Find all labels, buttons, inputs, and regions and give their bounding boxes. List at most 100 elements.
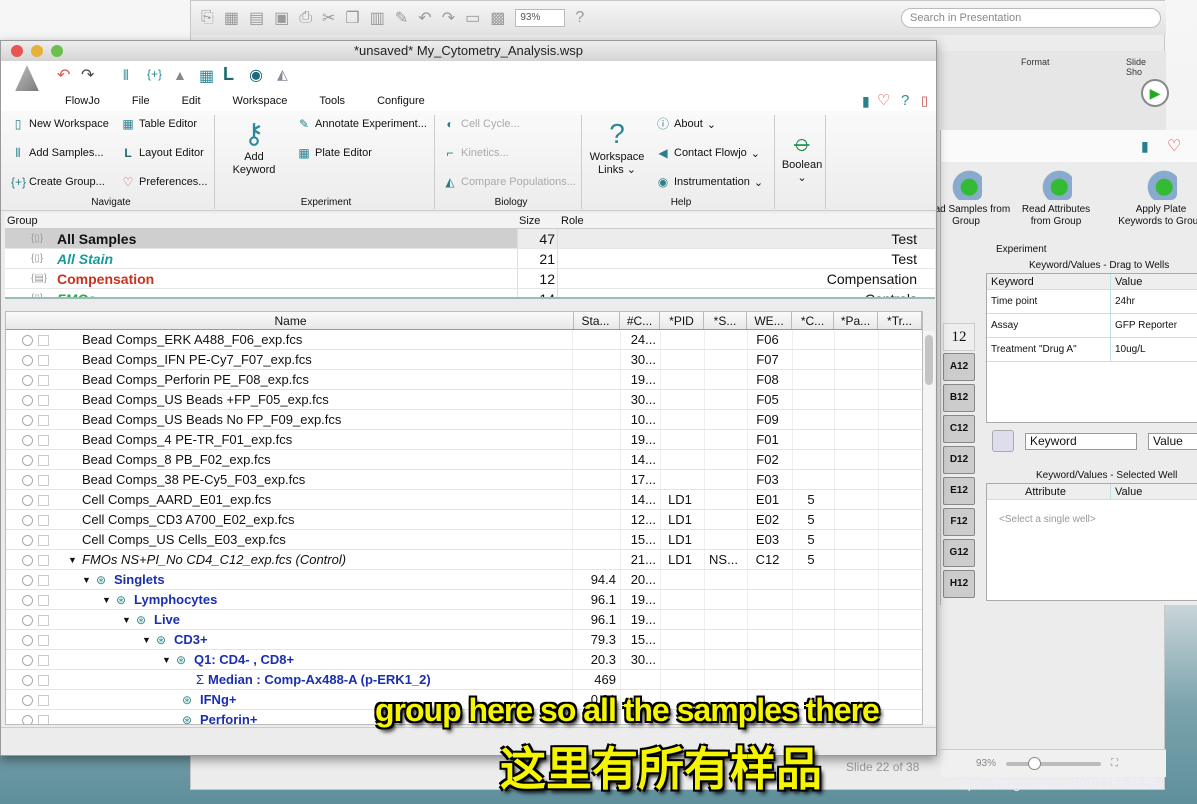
column-header-2[interactable]: #C... [620, 312, 660, 329]
select-checkbox[interactable] [38, 575, 49, 586]
well-button[interactable]: E12 [943, 477, 975, 505]
undo-icon[interactable]: ↶ [418, 8, 431, 28]
cytometer-icon[interactable]: ◉ [249, 65, 263, 85]
sample-row[interactable]: Cell Comps_CD3 A700_E02_exp.fcs 12... LD1 E… [6, 510, 922, 530]
paste-icon[interactable]: ▥ [370, 8, 385, 28]
expand-triangle-icon[interactable]: ▼ [122, 610, 131, 629]
workspace-links-button[interactable]: ? Workspace Links ⌄ [587, 117, 647, 177]
sample-row[interactable]: ▼ FMOs NS+PI_No CD4_C12_exp.fcs (Control)… [6, 550, 922, 570]
select-radio[interactable] [22, 715, 33, 724]
select-checkbox[interactable] [38, 615, 49, 626]
kv-header-value[interactable]: Value [1111, 276, 1142, 288]
value-input[interactable]: Value [1148, 433, 1197, 450]
statistic-row[interactable]: Σ Median : Comp-Ax488-A (p-ERK1_2) 469 [6, 670, 922, 690]
bookmark-icon[interactable]: ▮ [1141, 138, 1149, 155]
select-radio[interactable] [22, 435, 33, 446]
new-workspace-button[interactable]: ▯ New Workspace [11, 117, 109, 131]
sample-row[interactable]: Bead Comps_IFN PE-Cy7_F07_exp.fcs 30... F0… [6, 350, 922, 370]
zoom-icon[interactable] [51, 45, 63, 57]
select-checkbox[interactable] [38, 695, 49, 706]
ppt-zoom-select[interactable]: 93% [515, 9, 566, 27]
sample-row[interactable]: Bead Comps_US Beads +FP_F05_exp.fcs 30...… [6, 390, 922, 410]
selected-well-table[interactable]: Attribute Value <Select a single well> [986, 483, 1197, 601]
well-button[interactable]: G12 [943, 539, 975, 567]
menu-flowjo[interactable]: FlowJo [49, 91, 116, 111]
expand-triangle-icon[interactable]: ▼ [102, 590, 111, 609]
group-row[interactable]: {▯} All Stain 21 Test [5, 249, 935, 269]
column-header-3[interactable]: *PID [660, 312, 704, 329]
gate-row[interactable]: ▼ ⊛ Singlets 94.4 20... [6, 570, 922, 590]
well-button[interactable]: D12 [943, 446, 975, 474]
sample-row[interactable]: Cell Comps_US Cells_E03_exp.fcs 15... LD1 E… [6, 530, 922, 550]
menu-configure[interactable]: Configure [361, 91, 441, 111]
gate-row[interactable]: ▼ ⊛ Lymphocytes 96.1 19... [6, 590, 922, 610]
select-radio[interactable] [22, 635, 33, 646]
menu-workspace[interactable]: Workspace [217, 91, 304, 111]
create-group-button[interactable]: {+} Create Group... [11, 175, 105, 189]
plate-column-header[interactable]: 12 [943, 323, 975, 351]
group-row[interactable]: {▯} FMOs 14 Controls [5, 289, 935, 297]
sample-row[interactable]: Bead Comps_ERK A488_F06_exp.fcs 24... F06 [6, 330, 922, 350]
document-icon[interactable]: ▯ [905, 91, 944, 111]
select-radio[interactable] [22, 555, 33, 566]
expand-triangle-icon[interactable]: ▼ [142, 630, 151, 649]
ppt-ribbon-slideshow[interactable]: Slide Sho [1126, 57, 1164, 77]
kv-header-keyword[interactable]: Keyword [987, 274, 1111, 289]
expand-triangle-icon[interactable]: ▼ [162, 650, 171, 669]
column-header-8[interactable]: *Tr... [878, 312, 922, 329]
ppt-search-input[interactable]: Search in Presentation [901, 8, 1161, 28]
compare-icon[interactable]: ◭ [277, 66, 288, 83]
sample-row[interactable]: Cell Comps_AARD_E01_exp.fcs 14... LD1 E01 5 [6, 490, 922, 510]
select-radio[interactable] [22, 335, 33, 346]
add-keyword-icon[interactable] [992, 430, 1014, 452]
instrumentation-button[interactable]: ◉ Instrumentation ⌄ [656, 175, 763, 189]
brush-icon[interactable]: ✎ [395, 8, 408, 28]
layout-icon[interactable]: L [223, 64, 234, 85]
select-radio[interactable] [22, 415, 33, 426]
plate-editor-button[interactable]: ▦ Plate Editor [297, 146, 372, 160]
gate-icon[interactable]: ▲ [173, 67, 187, 83]
table-editor-button[interactable]: ▦ Table Editor [121, 117, 197, 131]
expand-triangle-icon[interactable]: ▼ [68, 550, 77, 569]
annotate-experiment-button[interactable]: ✎ Annotate Experiment... [297, 117, 427, 131]
sel-header-attribute[interactable]: Attribute [987, 484, 1111, 499]
column-header-4[interactable]: *S... [704, 312, 747, 329]
zoom-slider[interactable] [1006, 756, 1102, 770]
select-checkbox[interactable] [38, 715, 49, 724]
select-checkbox[interactable] [38, 495, 49, 506]
menu-edit[interactable]: Edit [166, 91, 217, 111]
select-checkbox[interactable] [38, 535, 49, 546]
select-checkbox[interactable] [38, 395, 49, 406]
add-samples-icon[interactable]: ⫴ [123, 67, 129, 84]
menu-tools[interactable]: Tools [303, 91, 361, 111]
play-icon[interactable]: ▶ [1141, 79, 1169, 107]
select-checkbox[interactable] [38, 335, 49, 346]
groups-table[interactable]: Group Size Role {▯} All Samples 47 Test {▯} A… [5, 213, 935, 299]
header-size[interactable]: Size [519, 213, 540, 228]
header-group[interactable]: Group [7, 213, 38, 228]
group-row[interactable]: {▤} Compensation 12 Compensation [5, 269, 935, 289]
print-icon[interactable]: ⎙ [299, 9, 312, 27]
header-role[interactable]: Role [561, 213, 584, 228]
select-checkbox[interactable] [38, 355, 49, 366]
select-checkbox[interactable] [38, 675, 49, 686]
select-checkbox[interactable] [38, 455, 49, 466]
minimize-icon[interactable] [31, 45, 43, 57]
sample-row[interactable]: Bead Comps_8 PB_F02_exp.fcs 14... F02 [6, 450, 922, 470]
select-radio[interactable] [22, 655, 33, 666]
apply-plate-keywords-button[interactable]: Apply Plate Keywords to Group [1116, 168, 1197, 228]
select-radio[interactable] [22, 595, 33, 606]
menu-file[interactable]: File [116, 91, 166, 111]
read-attributes-button[interactable]: Read Attributes from Group [1011, 168, 1101, 228]
save-icon[interactable]: ▣ [274, 8, 289, 28]
select-checkbox[interactable] [38, 435, 49, 446]
column-header-6[interactable]: *C... [792, 312, 834, 329]
sample-row[interactable]: Bead Comps_4 PE-TR_F01_exp.fcs 19... F01 [6, 430, 922, 450]
select-checkbox[interactable] [38, 655, 49, 666]
slide-icon[interactable]: ▭ [465, 8, 480, 28]
sel-header-value[interactable]: Value [1111, 486, 1142, 498]
samples-table[interactable]: Name Sta... #C... *PID *S... WE... *C... *Pa...… [5, 311, 923, 725]
expand-triangle-icon[interactable]: ▼ [82, 570, 91, 589]
well-button[interactable]: C12 [943, 415, 975, 443]
select-radio[interactable] [22, 675, 33, 686]
